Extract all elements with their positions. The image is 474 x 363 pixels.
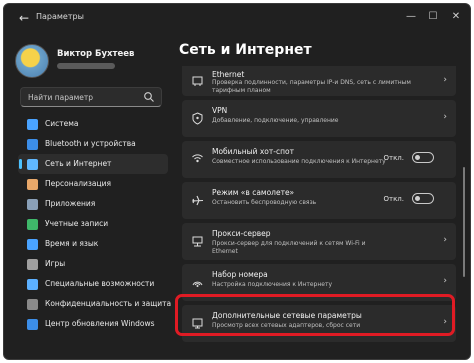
sidebar-item[interactable]: Время и язык <box>18 234 168 254</box>
user-name: Виктор Бухтеев <box>57 49 135 59</box>
sidebar-item[interactable]: Игры <box>18 254 168 274</box>
scrollbar[interactable] <box>463 167 465 277</box>
chevron-right-icon: › <box>443 75 447 85</box>
sidebar-item-label: Сеть и Интернет <box>45 159 112 168</box>
search-placeholder: Найти параметр <box>28 93 93 102</box>
sidebar-item[interactable]: Персонализация <box>18 174 168 194</box>
avatar[interactable] <box>15 44 49 78</box>
settings-item-title: Мобильный хот-спот <box>212 147 294 156</box>
brush-icon <box>27 179 38 190</box>
highlight-annotation <box>175 294 455 336</box>
back-arrow-icon[interactable]: ← <box>17 11 31 25</box>
settings-item-description: Добавление, подключение, управление <box>212 117 339 124</box>
person-icon <box>27 219 38 230</box>
settings-item-title: Прокси-сервер <box>212 229 271 238</box>
gamepad-icon <box>27 259 38 270</box>
sidebar-item[interactable]: Приложения <box>18 194 168 214</box>
airplane-icon <box>191 195 204 206</box>
sidebar-item[interactable]: Специальные возможности <box>18 274 168 294</box>
chevron-right-icon: › <box>443 276 447 286</box>
chevron-right-icon: › <box>443 112 447 122</box>
settings-item[interactable]: Мобильный хот-спот Совместное использован… <box>182 141 456 178</box>
toggle-switch[interactable] <box>412 152 434 163</box>
search-input[interactable]: Найти параметр <box>20 87 162 107</box>
sidebar-item[interactable]: Сеть и Интернет <box>18 154 168 174</box>
sidebar-item[interactable]: Bluetooth и устройства <box>18 134 168 154</box>
toggle-state-label: Откл. <box>383 195 404 203</box>
sidebar-item-label: Специальные возможности <box>45 279 155 288</box>
toggle-switch[interactable] <box>412 193 434 204</box>
search-icon <box>144 92 154 102</box>
shield-icon <box>27 299 38 310</box>
ethernet-icon <box>192 76 203 86</box>
maximize-icon[interactable]: ☐ <box>422 10 444 24</box>
toggle-state-label: Откл. <box>383 154 404 162</box>
sidebar-item-label: Конфиденциальность и защита <box>45 299 172 308</box>
chevron-right-icon: › <box>443 235 447 245</box>
sidebar-item-label: Учетные записи <box>45 219 109 228</box>
settings-item-title: VPN <box>212 106 228 115</box>
settings-item-description: Проверка подлинности, параметры IP-и DNS… <box>212 79 411 94</box>
network-icon <box>27 159 38 170</box>
sidebar-item-label: Игры <box>45 259 66 268</box>
settings-item-description: Остановить беспроводную связь <box>212 199 317 206</box>
sidebar-item[interactable]: Конфиденциальность и защита <box>18 294 172 314</box>
user-email-redacted <box>57 63 115 69</box>
window-title: Параметры <box>36 12 84 21</box>
globe-clock-icon <box>27 239 38 250</box>
settings-item-title: Ethernet <box>212 70 245 79</box>
sidebar-item-label: Персонализация <box>45 179 111 188</box>
settings-item[interactable]: Режим «в самолете» Остановить беспроводну… <box>182 182 456 219</box>
settings-item-title: Режим «в самолете» <box>212 188 295 197</box>
sidebar-item-label: Время и язык <box>45 239 99 248</box>
settings-item-title: Набор номера <box>212 270 268 279</box>
sidebar-item-label: Приложения <box>45 199 96 208</box>
vpn-shield-icon <box>192 112 203 125</box>
sidebar-item[interactable]: Учетные записи <box>18 214 168 234</box>
minimize-icon[interactable]: — <box>400 10 422 24</box>
sidebar-item-label: Центр обновления Windows <box>45 319 155 328</box>
hotspot-icon <box>192 154 203 163</box>
settings-item-description: Прокси-сервер для подключений к сетям Wi… <box>212 240 366 255</box>
sidebar-item[interactable]: Система <box>18 114 168 134</box>
update-icon <box>27 319 38 330</box>
sidebar-nav: Система Bluetooth и устройства Сеть и Инте… <box>18 114 172 334</box>
proxy-icon <box>192 236 203 247</box>
accessibility-icon <box>27 279 38 290</box>
settings-item-description: Настройка подключения к Интернету <box>212 281 332 288</box>
dialup-icon <box>192 281 203 287</box>
bluetooth-icon <box>27 139 38 150</box>
settings-item[interactable]: Прокси-сервер Прокси-сервер для подключен… <box>182 223 456 260</box>
settings-item[interactable]: VPN Добавление, подключение, управление › <box>182 100 456 137</box>
settings-item[interactable]: Ethernet Проверка подлинности, параметры … <box>182 66 456 96</box>
settings-item-description: Совместное использование подключения к И… <box>212 158 386 165</box>
page-title: Сеть и Интернет <box>179 42 312 58</box>
sidebar-item-label: Система <box>45 119 79 128</box>
close-icon[interactable]: ✕ <box>445 10 467 24</box>
apps-icon <box>27 199 38 210</box>
monitor-icon <box>27 119 38 130</box>
sidebar-item[interactable]: Центр обновления Windows <box>18 314 168 334</box>
title-bar: ← Параметры — ☐ ✕ <box>4 4 470 32</box>
sidebar-item-label: Bluetooth и устройства <box>45 139 136 148</box>
